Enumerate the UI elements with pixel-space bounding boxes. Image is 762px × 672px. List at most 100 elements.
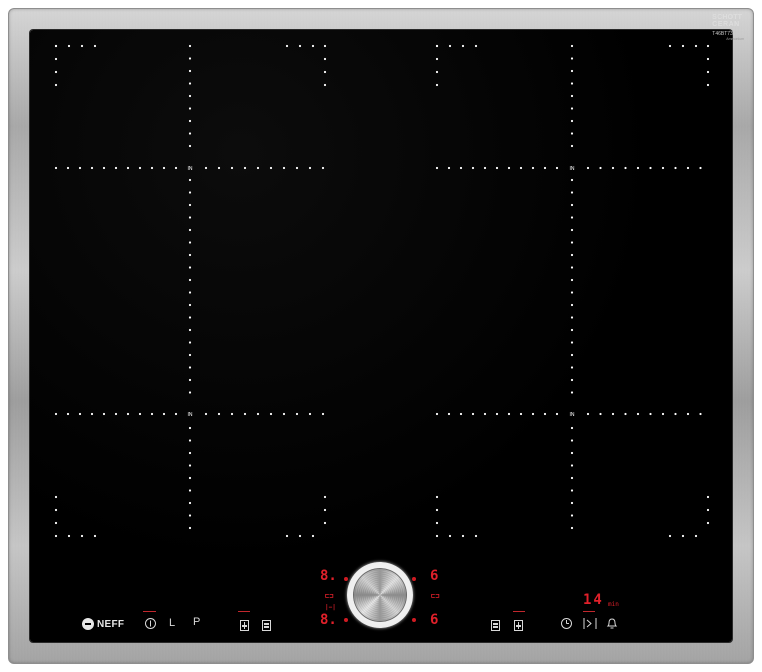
zone-dot (699, 412, 702, 416)
zone-dot (570, 278, 574, 282)
powerboost-button[interactable] (583, 617, 597, 635)
zone-dot (435, 44, 439, 48)
zone-dot (188, 501, 192, 505)
zone-dot (570, 353, 574, 357)
rear-right-level-display: 6 (430, 568, 439, 584)
zone-dot (570, 216, 574, 219)
zone-dot (323, 521, 327, 525)
zone-dot (321, 166, 325, 170)
zone-dot (323, 44, 327, 48)
zone-dot (681, 534, 685, 538)
zone-rear-icon (491, 620, 500, 631)
zone-dot (694, 44, 698, 48)
left-front-zone-button[interactable] (240, 618, 249, 636)
zone-dot (570, 378, 574, 382)
zone-dot (570, 178, 574, 182)
child-lock-button[interactable]: L (169, 618, 175, 629)
zone-dot (54, 57, 58, 61)
alarm-button[interactable] (606, 617, 618, 635)
glass-brand-badge: SCHOTT CERAN T46BT73N2 Ammonium (712, 14, 744, 42)
zone-dot (162, 412, 166, 416)
zone-dot (285, 44, 289, 48)
zone-dot (611, 412, 615, 416)
zone-dot (323, 508, 327, 512)
zone-dot (570, 328, 574, 332)
twistpad-control-knob[interactable] (347, 562, 413, 628)
zone-dot (230, 412, 234, 416)
zone-dot (448, 44, 452, 48)
zone-dot (188, 514, 192, 517)
zone-dot (435, 57, 439, 61)
zone-dot (570, 253, 574, 257)
zone-dot (706, 508, 710, 512)
zone-dot (668, 44, 672, 48)
zone-dot (188, 94, 192, 98)
zone-dot (78, 166, 82, 170)
zone-dot (188, 253, 192, 257)
zone-dot (686, 412, 690, 416)
zone-dot (282, 166, 286, 170)
zone-front-icon (514, 620, 523, 631)
zone-dot (706, 57, 710, 61)
zone-dot (570, 489, 574, 492)
zone-dot (474, 44, 478, 48)
zone-dot (570, 366, 574, 369)
model-sub: Ammonium (726, 37, 744, 41)
zone-dot (54, 44, 58, 48)
zone-dot (298, 534, 302, 538)
zone-dot (706, 70, 710, 74)
zone-dot (531, 166, 535, 170)
zone-dot (282, 412, 286, 416)
zone-dot (570, 228, 574, 232)
zone-dot (204, 412, 208, 416)
zone-dot (661, 412, 665, 416)
zone-dot (269, 166, 273, 170)
zone-dot (435, 508, 439, 512)
zone-dot (80, 534, 84, 538)
zone-dot (243, 412, 247, 416)
zone-dot (188, 228, 192, 232)
zone-dot (570, 316, 574, 319)
zone-dot (624, 166, 627, 170)
zone-dot (188, 378, 192, 382)
right-rear-zone-button[interactable] (491, 618, 500, 636)
zone-dot (668, 534, 672, 538)
power-button[interactable] (144, 617, 157, 635)
zone-dot (570, 144, 574, 148)
indicator-dot (412, 618, 416, 622)
zone-dot (435, 83, 439, 87)
zone-dot (54, 166, 58, 170)
zone-dot (188, 119, 192, 123)
zone-dot (188, 291, 192, 294)
program-button[interactable]: P (193, 617, 200, 628)
right-front-zone-button[interactable] (514, 618, 523, 636)
timer-button[interactable] (560, 617, 573, 635)
zone-dot (459, 166, 463, 170)
zone-dot (570, 119, 574, 123)
zone-dot (188, 439, 192, 442)
zone-dot (188, 451, 192, 455)
zone-dot (188, 353, 192, 357)
zone-dot (555, 166, 559, 170)
zone-dot (188, 476, 192, 480)
clock-icon (561, 618, 572, 629)
zone-dot (471, 166, 475, 170)
schott-label: SCHOTT (712, 14, 743, 21)
zone-dot (174, 412, 178, 416)
zone-dot (308, 166, 312, 170)
zone-dot (311, 44, 315, 48)
zone-dot (102, 412, 106, 416)
left-rear-zone-button[interactable] (262, 618, 271, 636)
zone-dot (570, 132, 574, 135)
zone-dot (188, 107, 192, 110)
indicator-dot (344, 618, 348, 622)
zone-dot (570, 426, 574, 430)
zone-dot (188, 178, 192, 182)
zone-dot (570, 501, 574, 505)
zone-dot (188, 216, 192, 219)
timer-unit: min (608, 601, 619, 608)
zone-dot (570, 191, 574, 194)
zone-dot (54, 521, 58, 525)
zone-dot (570, 266, 574, 269)
zone-dot (649, 166, 652, 170)
